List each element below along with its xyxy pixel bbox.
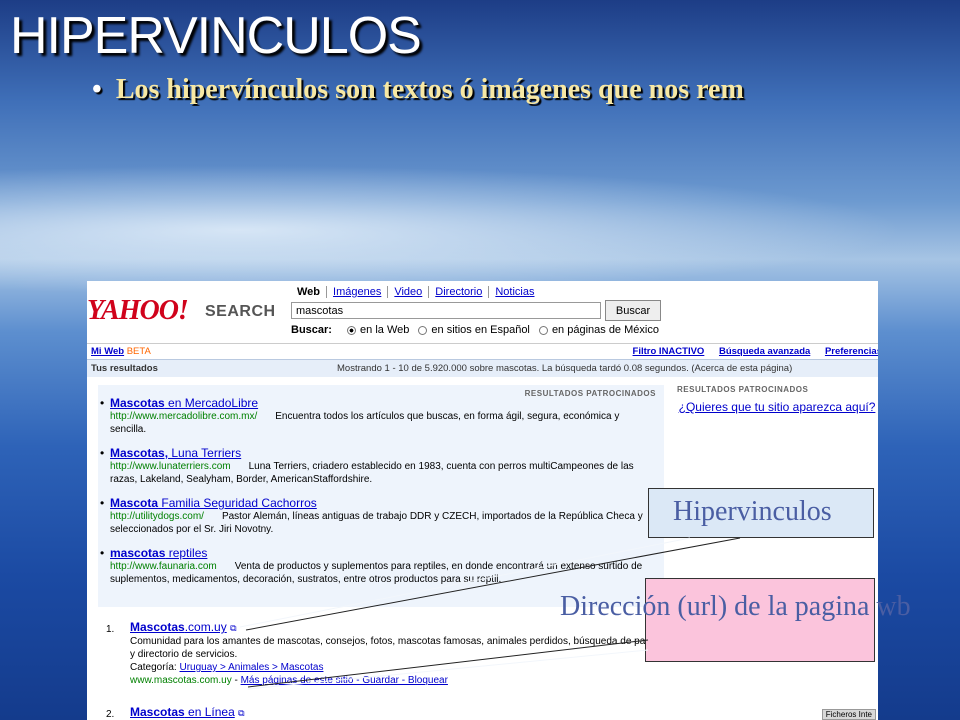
ad-url: http://www.mercadolibre.com.mx/ xyxy=(110,411,258,422)
ad-title-bold[interactable]: mascotas xyxy=(110,546,165,560)
ad-title-rest[interactable]: en MercadoLibre xyxy=(165,396,258,410)
callout-hyperlinks: Hipervinculos xyxy=(648,488,874,538)
radio-mexico[interactable] xyxy=(538,325,548,335)
tab-imagenes[interactable]: Imágenes xyxy=(326,286,387,298)
callout-url: Dirección (url) de la pagina wb xyxy=(560,578,911,662)
ad-title[interactable]: mascotas reptiles xyxy=(110,547,655,560)
category-link[interactable]: Uruguay > Animales > Mascotas xyxy=(179,662,323,673)
ad-item: mascotas reptiles http://www.faunaria.co… xyxy=(100,547,655,586)
result-desc: Comunidad para los amantes de mascotas, … xyxy=(130,636,662,660)
tab-web[interactable]: Web xyxy=(291,286,326,298)
ad-title-rest[interactable]: Luna Terriers xyxy=(168,446,241,460)
background-glow xyxy=(0,160,960,300)
ad-item: Mascotas, Luna Terriers http://www.lunat… xyxy=(100,447,655,486)
results-bar: Tus resultados Mostrando 1 - 10 de 5.920… xyxy=(87,359,878,377)
search-button[interactable]: Buscar xyxy=(605,300,661,321)
radio-mexico-label: en páginas de México xyxy=(551,324,659,336)
ad-title[interactable]: Mascotas en MercadoLibre xyxy=(110,397,655,410)
result-title-bold[interactable]: Mascotas xyxy=(130,705,185,719)
filtro-link[interactable]: Filtro INACTIVO xyxy=(633,346,705,357)
tab-video[interactable]: Video xyxy=(387,286,428,298)
ad-item: Mascotas en MercadoLibre http://www.merc… xyxy=(100,397,655,436)
ad-title[interactable]: Mascotas, Luna Terriers xyxy=(110,447,655,460)
results-label: Tus resultados xyxy=(91,363,158,374)
window-tab: Ficheros Inte xyxy=(821,709,876,720)
ad-title-bold[interactable]: Mascota xyxy=(110,496,158,510)
result-title[interactable]: Mascotas.com.uy ⧉ xyxy=(130,621,669,635)
organic-result: 1. Mascotas.com.uy ⧉ Comunidad para los … xyxy=(106,621,669,687)
ad-url: http://www.lunaterriers.com xyxy=(110,461,231,472)
yahoo-logo: YAHOO! xyxy=(87,295,189,326)
right-sponsored-header: RESULTADOS PATROCINADOS xyxy=(677,385,809,394)
radio-web-label: en la Web xyxy=(360,324,410,336)
result-category: Categoría: Uruguay > Animales > Mascotas xyxy=(130,661,669,674)
ad-url: http://www.faunaria.com xyxy=(110,561,217,572)
preferencias-link[interactable]: Preferencias xyxy=(825,346,878,357)
ad-url: http://utilitydogs.com/ xyxy=(110,511,204,522)
busqueda-avanzada-link[interactable]: Búsqueda avanzada xyxy=(719,346,810,357)
radio-web[interactable] xyxy=(347,325,357,335)
search-tabs: Web Imágenes Video Directorio Noticias xyxy=(291,286,540,298)
slide-bullet: • Los hipervínculos son textos ó imágenes… xyxy=(92,74,960,106)
ad-title[interactable]: Mascota Familia Seguridad Cachorros xyxy=(110,497,655,510)
search-toolbar: Mi Web BETA Filtro INACTIVO Búsqueda ava… xyxy=(87,343,878,358)
bullet-icon: • xyxy=(92,74,102,105)
result-number: 1. xyxy=(106,624,115,635)
category-label: Categoría: xyxy=(130,662,177,673)
results-info: Mostrando 1 - 10 de 5.920.000 sobre masc… xyxy=(337,363,793,374)
mi-web-link[interactable]: Mi Web xyxy=(91,346,124,357)
ad-item: Mascota Familia Seguridad Cachorros http… xyxy=(100,497,655,536)
result-title-rest[interactable]: en Línea xyxy=(185,705,235,719)
beta-badge: BETA xyxy=(126,346,151,357)
result-number: 2. xyxy=(106,709,115,720)
advertise-link[interactable]: ¿Quieres que tu sitio aparezca aquí? xyxy=(677,401,877,414)
result-footer: www.mascotas.com.uy - Más páginas de est… xyxy=(130,675,448,686)
ad-title-bold[interactable]: Mascotas xyxy=(110,396,165,410)
tab-directorio[interactable]: Directorio xyxy=(428,286,488,298)
radio-espanol-label: en sitios en Español xyxy=(431,324,530,336)
result-title-bold[interactable]: Mascotas xyxy=(130,620,185,634)
yahoo-logo-sub: SEARCH xyxy=(205,303,276,320)
search-input[interactable] xyxy=(291,302,601,319)
slide-title: HIPERVINCULOS xyxy=(10,7,422,65)
tab-noticias[interactable]: Noticias xyxy=(488,286,540,298)
buscar-label: Buscar: xyxy=(291,324,332,336)
new-window-icon: ⧉ xyxy=(230,623,237,633)
ad-title-rest[interactable]: Familia Seguridad Cachorros xyxy=(158,496,316,510)
ad-title-rest[interactable]: reptiles xyxy=(165,546,208,560)
radio-espanol[interactable] xyxy=(418,325,428,335)
organic-result: 2. Mascotas en Línea ⧉ xyxy=(106,706,669,720)
right-sponsor-column: RESULTADOS PATROCINADOS ¿Quieres que tu … xyxy=(677,385,877,414)
new-window-icon: ⧉ xyxy=(238,708,245,718)
result-links[interactable]: Más páginas de este sitio - Guardar - Bl… xyxy=(241,675,448,686)
search-scope: Buscar: en la Web en sitios en Español e… xyxy=(291,324,659,336)
result-url: www.mascotas.com.uy xyxy=(130,675,232,686)
callout-url-text: Dirección (url) de la pagina wb xyxy=(560,591,911,622)
result-title-rest[interactable]: .com.uy xyxy=(185,620,227,634)
bullet-text: Los hipervínculos son textos ó imágenes … xyxy=(115,74,744,105)
result-title[interactable]: Mascotas en Línea ⧉ xyxy=(130,706,669,720)
ad-title-bold[interactable]: Mascotas, xyxy=(110,446,168,460)
sponsored-results: RESULTADOS PATROCINADOS Mascotas en Merc… xyxy=(98,385,664,607)
